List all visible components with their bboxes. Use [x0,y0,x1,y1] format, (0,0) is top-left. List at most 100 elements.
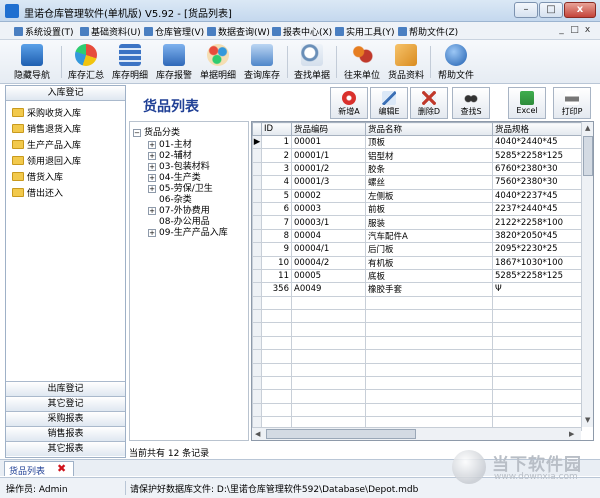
menu-data-query[interactable]: 数据查询(W) [207,25,270,38]
nav-group-sales-report[interactable]: 销售报表 [6,426,125,441]
cell-code: 00003 [291,201,366,217]
toolbar-query-stock-button[interactable]: 查询库存 [240,42,284,82]
table-row[interactable]: 4 00001/3 螺丝 7560*2380*30 [252,175,582,190]
toolbar-stock-summary-button[interactable]: 库存汇总 [64,42,108,82]
mdi-close-button[interactable]: x [582,25,593,36]
cell-name: 顶板 [365,134,493,150]
table-row[interactable]: 5 00002 左侧板 4040*2237*45 [252,188,582,203]
table-empty-row [252,362,582,378]
toolbar-help-button[interactable]: 帮助文件 [434,42,478,82]
row-indicator [252,322,262,337]
scroll-up-icon[interactable]: ▲ [585,124,590,132]
table-row[interactable]: 8 00004 汽车配件A 3820*2050*45 [252,228,582,244]
table-row[interactable]: ▶ 1 00001 顶板 4040*2440*45 [252,134,582,150]
cell-spec [492,376,582,391]
table-row[interactable]: 7 00003/1 服装 2122*2258*100 [252,215,582,230]
table-empty-row [252,295,582,311]
expand-icon[interactable]: + [148,207,156,215]
maximize-button[interactable]: □ [539,2,563,18]
nav-item-borrow-in[interactable]: 借货入库 [12,170,63,184]
toolbar-hide-nav-button[interactable]: 隐藏导航 [8,42,56,82]
nav-group-other-report[interactable]: 其它报表 [6,441,125,456]
table-row[interactable]: 9 00004/1 后门板 2095*2230*25 [252,242,582,257]
delete-button[interactable]: 删除D [410,87,448,119]
box-icon [395,44,417,66]
category-tree: − 货品分类 +01-主材 +02-辅材 +03-包装材料 +04-生产类 +05… [129,121,249,441]
menu-warehouse[interactable]: 仓库管理(V) [144,25,204,38]
mdi-minimize-button[interactable]: _ [556,25,567,36]
horizontal-scrollbar[interactable]: ◀ ▶ [252,427,581,440]
close-tab-icon[interactable]: ✖ [57,462,66,475]
table-row[interactable]: 11 00005 底板 5285*2258*125 [252,268,582,284]
table-row[interactable]: 10 00004/2 有机板 1867*1030*100 [252,255,582,270]
table-row[interactable]: 2 00001/1 铝型材 5285*2258*125 [252,148,582,163]
nav-item-production-in[interactable]: 生产产品入库 [12,138,81,152]
mdi-restore-button[interactable]: □ [569,25,580,36]
row-indicator [252,175,262,190]
expand-icon[interactable]: + [148,185,156,193]
nav-item-purchase-in[interactable]: 采购收货入库 [12,106,81,120]
column-header-code[interactable]: 货品编码 [291,122,366,136]
row-indicator: ▶ [252,134,262,150]
menu-tools[interactable]: 实用工具(Y) [335,25,395,38]
nav-item-lend-return-in[interactable]: 借出还入 [12,186,63,200]
toolbar-stock-detail-button[interactable]: 库存明细 [108,42,152,82]
table-row[interactable]: 3 00001/2 胶条 6760*2380*30 [252,161,582,177]
action-label: 删除D [417,107,441,116]
toolbar-label: 往来单位 [343,71,380,81]
nav-group-stock-in[interactable]: 入库登记 [6,86,125,101]
table-row[interactable]: 6 00003 前板 2237*2440*45 [252,201,582,217]
excel-export-button[interactable]: Excel [508,87,546,119]
title-bar: 里诺仓库管理软件(单机版) V5.92 - [货品列表] – □ x [0,0,600,22]
toolbar-doc-detail-button[interactable]: 单据明细 [196,42,240,82]
edit-button[interactable]: 编辑E [370,87,408,119]
tree-node[interactable]: +09-生产产品入库 [148,225,228,238]
column-header-id[interactable]: ID [261,122,292,136]
toolbar-find-doc-button[interactable]: 查找单据 [290,42,334,82]
nav-item-sales-return-in[interactable]: 销售退货入库 [12,122,81,136]
minimize-button[interactable]: – [514,2,538,18]
toolbar-goods-info-button[interactable]: 货品资料 [384,42,428,82]
row-indicator [252,376,262,391]
nav-group-purchase-report[interactable]: 采购报表 [6,411,125,426]
cell-id: 5 [261,188,292,203]
print-button[interactable]: 打印P [553,87,591,119]
nav-item-label: 销售退货入库 [27,125,82,135]
nav-group-stock-out[interactable]: 出库登记 [6,381,125,396]
scroll-down-icon[interactable]: ▼ [585,416,590,424]
menu-reports[interactable]: 报表中心(X) [272,25,332,38]
cell-spec [492,362,582,378]
cell-code: 00001/1 [291,148,366,163]
collapse-icon[interactable]: − [133,129,141,137]
tab-goods-list[interactable]: 货品列表 ✖ [4,461,74,478]
scroll-left-icon[interactable]: ◀ [255,430,260,438]
left-navigation: 入库登记 采购收货入库 销售退货入库 生产产品入库 领用退回入库 借货入库 借出… [5,85,126,458]
cell-spec: 7560*2380*30 [492,175,582,190]
table-row[interactable]: 356 A0049 橡胶手套 Ψ [252,282,582,297]
row-indicator-header [252,122,262,136]
column-header-name[interactable]: 货品名称 [365,122,493,136]
menu-system-settings[interactable]: 系统设置(T) [14,25,74,38]
cell-id [261,362,292,378]
scroll-right-icon[interactable]: ▶ [569,430,574,438]
nav-group-other-register[interactable]: 其它登记 [6,396,125,411]
toolbar-label: 货品资料 [387,71,424,81]
add-button[interactable]: 新增A [330,87,368,119]
toolbar-partners-button[interactable]: 往来单位 [340,42,384,82]
close-button[interactable]: x [564,2,596,18]
horizontal-scroll-thumb[interactable] [266,429,416,439]
menu-basic-data[interactable]: 基础资料(U) [80,25,141,38]
menu-help[interactable]: 帮助文件(Z) [398,25,458,38]
cell-name [365,389,493,404]
expand-icon[interactable]: + [148,229,156,237]
column-header-spec[interactable]: 货品规格 [492,122,582,136]
vertical-scroll-thumb[interactable] [583,136,593,176]
nav-item-requisition-return-in[interactable]: 领用退回入库 [12,154,81,168]
search-button[interactable]: 查找S [452,87,490,119]
cell-name [365,295,493,311]
table-empty-row [252,389,582,404]
cell-code [291,322,366,337]
toolbar-stock-alarm-button[interactable]: 库存报警 [152,42,196,82]
vertical-scrollbar[interactable]: ▲ ▼ [581,122,593,427]
toolbar-label: 库存明细 [111,71,148,81]
